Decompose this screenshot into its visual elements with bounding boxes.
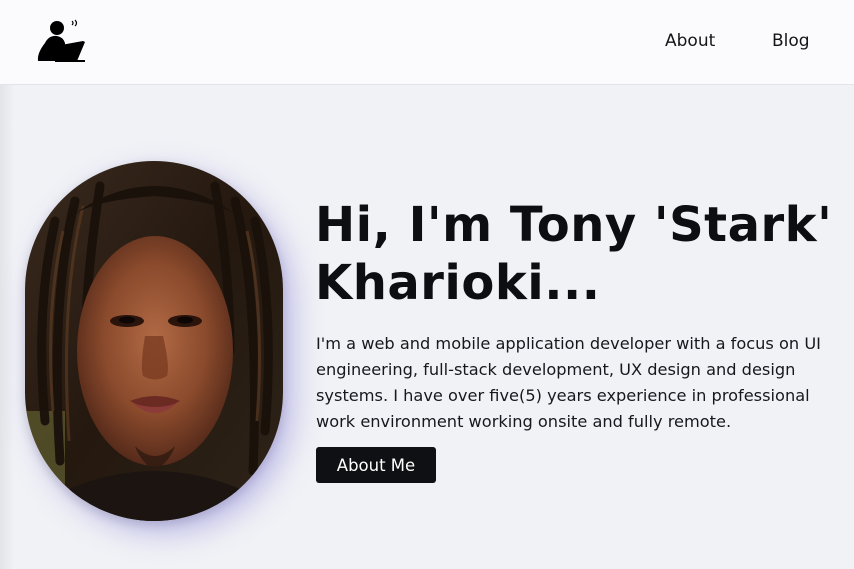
about-me-button[interactable]: About Me bbox=[316, 447, 436, 483]
headline-line-2: Kharioki... bbox=[315, 255, 601, 311]
profile-portrait bbox=[25, 161, 283, 521]
hero-headline: Hi, I'm Tony 'Stark' Kharioki... bbox=[315, 196, 835, 312]
logo-icon[interactable] bbox=[35, 19, 87, 63]
top-navigation-bar: About Blog bbox=[0, 0, 854, 85]
left-edge-shade bbox=[0, 85, 14, 569]
nav-link-blog[interactable]: Blog bbox=[772, 31, 810, 51]
headline-line-1: Hi, I'm Tony 'Stark' bbox=[315, 197, 833, 253]
nav-link-about[interactable]: About bbox=[665, 31, 715, 51]
portrait-photo bbox=[25, 161, 283, 521]
person-at-laptop-icon bbox=[37, 19, 85, 62]
hero-bio: I'm a web and mobile application develop… bbox=[316, 334, 821, 431]
